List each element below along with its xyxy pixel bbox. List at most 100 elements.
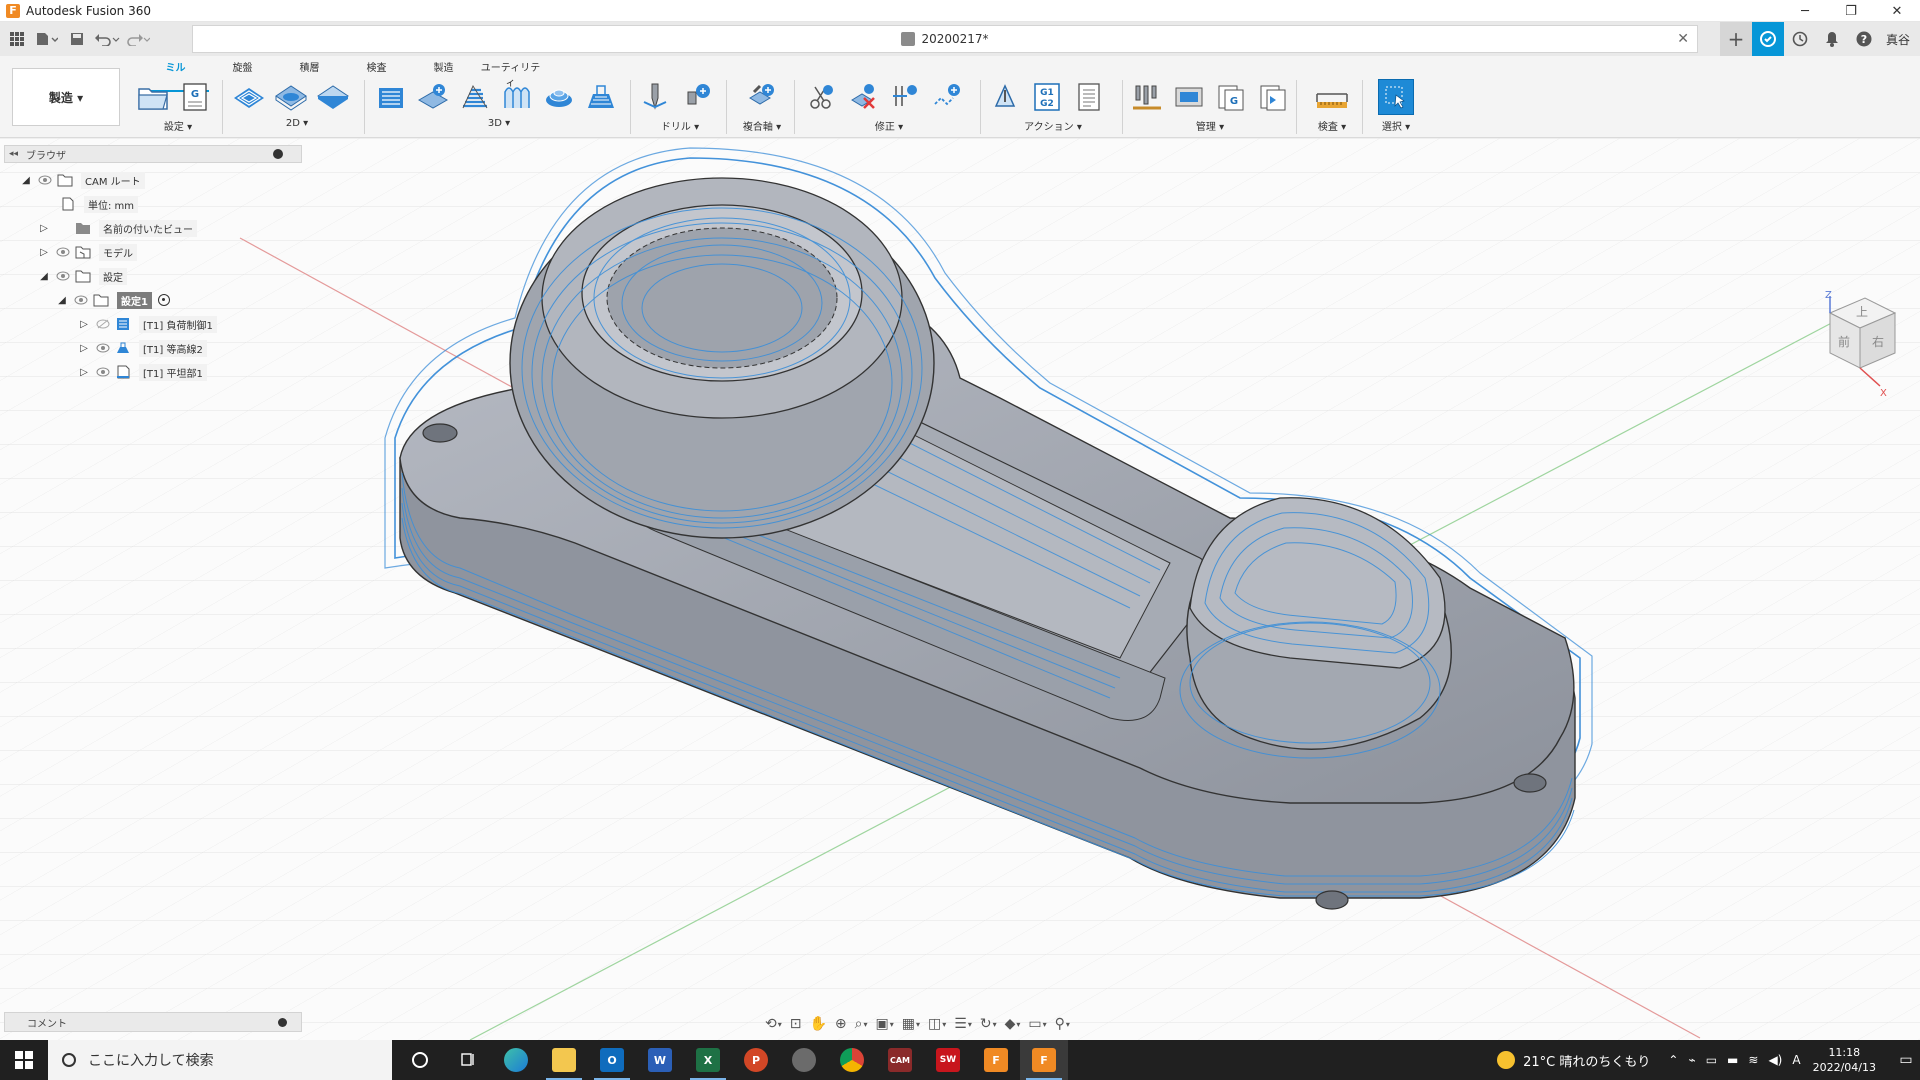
new-tab-plus-icon[interactable]: + <box>1719 22 1752 56</box>
file-menu-icon[interactable] <box>34 26 60 52</box>
collapse-triangle-icon[interactable]: ◢ <box>20 174 32 186</box>
layers-icon[interactable]: ☰ ▾ <box>951 1013 975 1035</box>
save-icon[interactable] <box>64 26 90 52</box>
hidden-eye-icon[interactable] <box>96 319 110 329</box>
select-cursor-icon[interactable] <box>1378 79 1414 115</box>
collapse-triangle-icon[interactable]: ◢ <box>38 270 50 282</box>
tree-item-models[interactable]: ▷ モデル <box>38 241 137 263</box>
drill-icon[interactable] <box>638 80 672 114</box>
cortana-icon[interactable] <box>396 1040 444 1080</box>
templates-library-icon[interactable] <box>1256 80 1290 114</box>
comment-bar[interactable]: コメント <box>4 1012 302 1032</box>
tree-item-setup1[interactable]: ◢ 設定1 <box>56 289 170 311</box>
tree-item-units[interactable]: 単位: mm <box>60 193 139 215</box>
tree-item-operation-flat[interactable]: ▷ [T1] 平坦部1 <box>78 361 207 383</box>
activate-target-icon[interactable] <box>157 294 170 306</box>
measure-ruler-icon[interactable] <box>1315 80 1349 114</box>
app-icon[interactable] <box>780 1040 828 1080</box>
taskbar-clock[interactable]: 11:18 2022/04/13 <box>1813 1045 1876 1075</box>
setup-folder-icon[interactable] <box>136 80 170 114</box>
collapse-panel-icon[interactable]: ◂◂ <box>9 149 18 159</box>
workspace-switcher-button[interactable]: 製造 ▾ <box>12 68 120 126</box>
notifications-icon[interactable]: ▭ <box>1892 1040 1920 1080</box>
collapse-triangle-icon[interactable]: ◢ <box>56 294 68 306</box>
sync-status-icon[interactable] <box>1751 22 1784 56</box>
3d-group-label[interactable]: 3D ▾ <box>374 118 624 129</box>
modify-group-label[interactable]: 修正 ▾ <box>804 118 974 133</box>
battery-icon[interactable]: ▬ <box>1727 1053 1738 1067</box>
expand-triangle-icon[interactable]: ▷ <box>78 366 90 378</box>
post-process-g1g2-icon[interactable]: G1 G2 <box>1030 80 1064 114</box>
toolpath-display-icon[interactable]: ▭ ▾ <box>1025 1013 1049 1035</box>
tree-item-named-views[interactable]: ▷ 名前の付いたビュー <box>38 217 197 239</box>
pin-panel-icon[interactable] <box>273 149 283 159</box>
hole-recognition-icon[interactable] <box>680 80 714 114</box>
fusion-taskbar-icon[interactable]: F <box>972 1040 1020 1080</box>
post-library-g-icon[interactable]: G <box>1214 80 1248 114</box>
tree-item-operation-adaptive[interactable]: ▷ [T1] 負荷制御1 <box>78 313 217 335</box>
edge-browser-icon[interactable] <box>492 1040 540 1080</box>
zoom-icon[interactable]: ⊕ <box>832 1013 850 1035</box>
drilling-group-label[interactable]: ドリル ▾ <box>638 118 722 133</box>
solidworks-icon[interactable]: SW <box>924 1040 972 1080</box>
minimize-button[interactable]: ─ <box>1782 0 1828 22</box>
edit-toolpath-icon[interactable] <box>930 80 964 114</box>
help-icon[interactable]: ? <box>1848 22 1880 56</box>
tree-item-operation-contour[interactable]: ▷ [T1] 等高線2 <box>78 337 207 359</box>
visibility-eye-icon[interactable] <box>96 367 110 377</box>
multi-axis-group-label[interactable]: 複合軸 ▾ <box>734 118 790 133</box>
tree-item-cam-root[interactable]: ◢ CAM ルート <box>20 169 145 191</box>
expand-triangle-icon[interactable]: ▷ <box>38 222 50 234</box>
display-icon[interactable]: ▭ <box>1706 1053 1717 1067</box>
tool-library-icon[interactable] <box>1130 80 1164 114</box>
multi-axis-contour-icon[interactable] <box>745 80 779 114</box>
chevron-up-icon[interactable]: ⌃ <box>1668 1053 1678 1067</box>
expand-triangle-icon[interactable]: ▷ <box>78 318 90 330</box>
display-settings-icon[interactable]: ▣ ▾ <box>873 1013 897 1035</box>
undo-icon[interactable] <box>94 26 120 52</box>
scallop-icon[interactable] <box>500 80 534 114</box>
2d-group-label[interactable]: 2D ▾ <box>232 118 362 129</box>
pan-hand-icon[interactable]: ✋ <box>806 1013 829 1035</box>
actions-group-label[interactable]: アクション ▾ <box>988 118 1118 133</box>
viewports-icon[interactable]: ◫ ▾ <box>925 1013 949 1035</box>
contour-icon[interactable] <box>542 80 576 114</box>
wifi-icon[interactable]: ≋ <box>1748 1053 1758 1067</box>
ime-indicator[interactable]: A <box>1792 1053 1800 1067</box>
data-panel-grid-icon[interactable] <box>4 26 30 52</box>
manage-group-label[interactable]: 管理 ▾ <box>1130 118 1290 133</box>
stock-display-icon[interactable]: ◆ ▾ <box>1002 1013 1024 1035</box>
restore-button[interactable]: ❐ <box>1828 0 1874 22</box>
fusion-active-taskbar-icon[interactable]: F <box>1020 1040 1068 1080</box>
expand-triangle-icon[interactable]: ▷ <box>78 342 90 354</box>
2d-adaptive-icon[interactable] <box>232 80 266 114</box>
volume-icon[interactable]: ◀) <box>1768 1053 1782 1067</box>
powerpoint-icon[interactable]: P <box>732 1040 780 1080</box>
weather-widget[interactable]: 21°C 晴れのちくもり <box>1497 1051 1650 1070</box>
nc-program-g-icon[interactable]: G <box>178 80 212 114</box>
visibility-eye-icon[interactable] <box>38 175 52 185</box>
redo-icon[interactable] <box>124 26 150 52</box>
setup-group-label[interactable]: 設定 ▾ <box>136 118 220 133</box>
file-explorer-icon[interactable] <box>540 1040 588 1080</box>
visibility-eye-icon[interactable] <box>96 343 110 353</box>
chrome-icon[interactable] <box>828 1040 876 1080</box>
notifications-bell-icon[interactable] <box>1816 22 1848 56</box>
network-icon[interactable]: ⌁ <box>1688 1053 1695 1067</box>
excel-icon[interactable]: X <box>684 1040 732 1080</box>
face-icon[interactable] <box>316 80 350 114</box>
steep-and-shallow-icon[interactable] <box>458 80 492 114</box>
windows-start-icon[interactable] <box>0 1040 48 1080</box>
machine-library-icon[interactable] <box>1172 80 1206 114</box>
expand-triangle-icon[interactable]: ▷ <box>38 246 50 258</box>
3d-pocket-icon[interactable] <box>416 80 450 114</box>
parallel-icon[interactable] <box>584 80 618 114</box>
close-tab-button[interactable]: ✕ <box>1677 31 1689 47</box>
refresh-icon[interactable]: ↻ ▾ <box>977 1013 1000 1035</box>
add-comment-icon[interactable] <box>278 1018 287 1027</box>
look-at-icon[interactable]: ⊡ <box>787 1013 805 1035</box>
select-group-label[interactable]: 選択 ▾ <box>1368 118 1424 133</box>
inspect-group-label[interactable]: 検査 ▾ <box>1304 118 1360 133</box>
task-view-icon[interactable] <box>444 1040 492 1080</box>
document-tab[interactable]: 20200217* ✕ <box>192 25 1698 53</box>
